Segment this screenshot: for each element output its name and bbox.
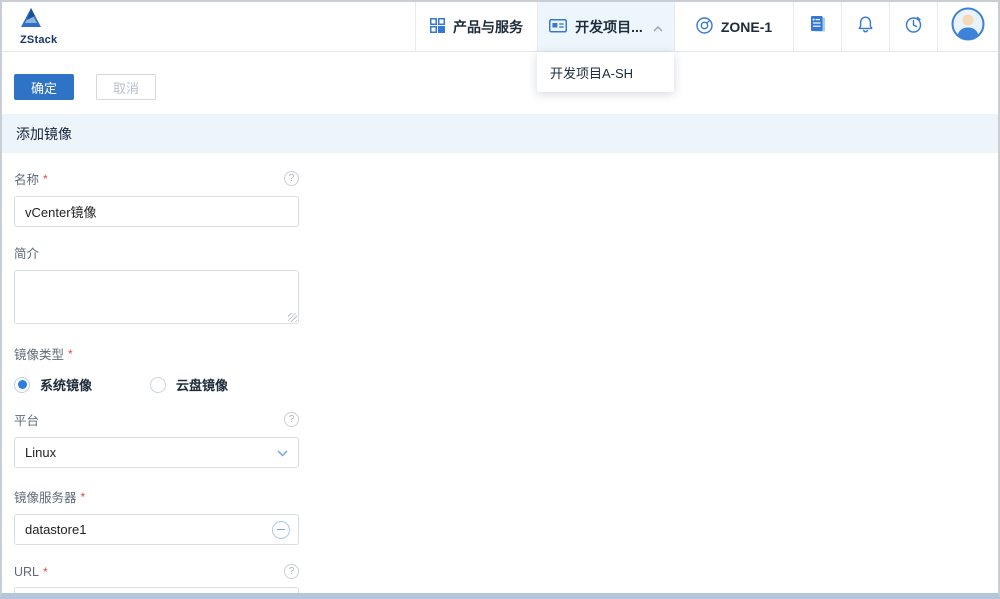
required-mark: * [43,565,48,579]
radio-volume-image-label: 云盘镜像 [176,375,228,394]
avatar [951,7,985,46]
name-input[interactable] [14,196,299,227]
section-header: 添加镜像 [2,114,998,153]
description-textarea[interactable] [14,270,299,324]
required-mark: * [81,490,86,504]
zstack-logo[interactable]: ZStack [2,2,122,51]
nav-notifications[interactable] [841,2,889,51]
nav-zone-label: ZONE-1 [721,19,772,35]
zstack-logo-icon [20,8,42,33]
platform-label: 平台 [14,410,39,429]
zstack-logo-text: ZStack [20,34,57,46]
grid-icon [430,18,445,36]
navbar-spacer [122,2,415,51]
image-type-label-row: 镜像类型 * [14,344,299,363]
chevron-up-icon [653,19,663,35]
bell-icon [856,15,875,39]
app-window: ZStack 产品与服务 [0,0,1000,599]
nav-user-menu[interactable] [937,2,998,51]
chevron-down-icon [277,444,288,462]
required-mark: * [68,347,73,361]
description-label-row: 简介 [14,243,299,262]
image-type-label: 镜像类型 [14,344,64,363]
platform-label-row: 平台 ? [14,410,299,429]
cancel-button[interactable]: 取消 [96,74,156,100]
image-server-label: 镜像服务器 [14,487,77,506]
platform-help-icon[interactable]: ? [284,412,299,427]
image-type-radio-group: 系统镜像 云盘镜像 [14,375,320,394]
nav-project-label: 开发项目... [575,17,643,37]
nav-task-history[interactable] [889,2,937,51]
nav-project-selector[interactable]: 开发项目... [537,2,674,51]
radio-volume-image[interactable]: 云盘镜像 [150,375,228,394]
name-help-icon[interactable]: ? [284,171,299,186]
history-clock-icon [904,15,923,39]
confirm-button[interactable]: 确定 [14,74,74,100]
url-help-icon[interactable]: ? [284,564,299,579]
description-label: 简介 [14,243,39,262]
nav-products-label: 产品与服务 [453,17,523,37]
document-icon [808,14,828,39]
remove-server-icon[interactable] [272,521,290,539]
image-server-field[interactable]: datastore1 [14,514,299,545]
name-label: 名称 [14,169,39,188]
nav-operation-log[interactable] [793,2,841,51]
form-toolbar: 确定 取消 [2,52,998,100]
nav-products-services[interactable]: 产品与服务 [415,2,537,51]
name-label-row: 名称 * ? [14,169,299,188]
url-label-row: URL * ? [14,564,299,579]
platform-selected-value: Linux [25,445,277,460]
url-label: URL [14,565,39,579]
add-image-form: 名称 * ? 简介 镜像类型 * 系统镜像 云盘镜像 [2,153,332,599]
required-mark: * [43,172,48,186]
zone-icon [696,17,713,37]
image-server-label-row: 镜像服务器 * [14,487,299,506]
image-server-value: datastore1 [25,522,272,537]
project-dropdown-item[interactable]: 开发项目A-SH [537,56,674,88]
radio-system-image[interactable]: 系统镜像 [14,375,92,394]
page-title: 添加镜像 [16,124,72,144]
nav-zone-selector[interactable]: ZONE-1 [674,2,793,51]
radio-system-image-label: 系统镜像 [40,375,92,394]
platform-select[interactable]: Linux [14,437,299,468]
top-navbar: ZStack 产品与服务 [2,2,998,52]
radio-selected-icon [14,377,30,393]
url-input[interactable] [14,587,299,599]
project-card-icon [549,18,567,36]
project-dropdown-panel: 开发项目A-SH [537,52,674,92]
radio-unselected-icon [150,377,166,393]
